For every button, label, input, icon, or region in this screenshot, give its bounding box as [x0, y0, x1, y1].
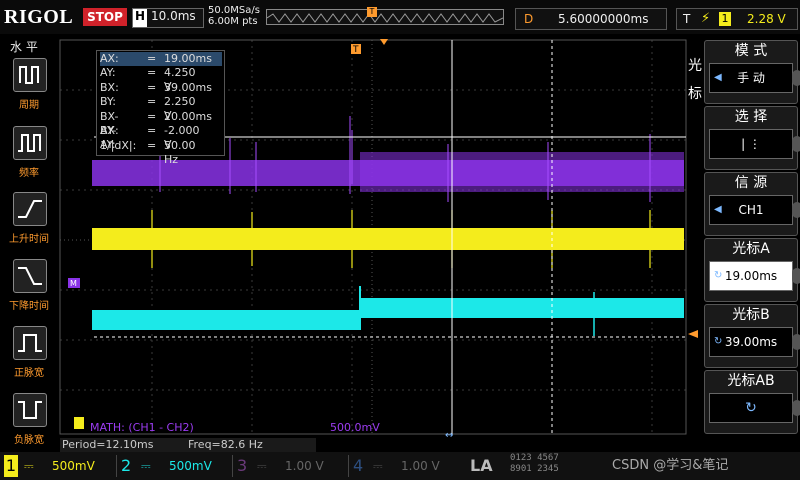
cursor-ab-value: ↻: [709, 393, 793, 423]
softkey-indicator: [792, 136, 800, 152]
ch3-status[interactable]: 3 ⎓ 1.00 V: [232, 455, 345, 477]
delay-label: D: [524, 12, 534, 26]
select-title: 选 择: [734, 109, 768, 125]
logic-analyzer-status[interactable]: LA 0123 4567 8901 2345: [466, 453, 606, 477]
trigger-channel: 1: [719, 12, 731, 26]
cursor-ab-button[interactable]: 光标AB ↻: [704, 370, 798, 434]
ch3-scale: 1.00 V: [285, 459, 324, 473]
sample-rate: 50.0MSa/s: [208, 5, 260, 16]
ch3-number: 3: [237, 456, 248, 475]
ch4-scale: 1.00 V: [401, 459, 440, 473]
horizontal-label: H: [133, 9, 147, 27]
softkey-indicator: [792, 202, 800, 218]
auto-measure-bar: Period=12.10ms Freq=82.6 Hz: [60, 438, 316, 452]
memory-trigger-marker: T: [367, 7, 377, 17]
cursor-menu-title: 光标: [688, 58, 702, 102]
delay-display[interactable]: D 5.60000000ms: [515, 8, 667, 30]
ch1-ground-marker: [74, 417, 84, 429]
trigger-display[interactable]: T ⚡ 1 2.28 V: [676, 8, 798, 30]
ch2-scale: 500mV: [169, 459, 212, 473]
math-label: MATH: (CH1 - CH2): [90, 421, 194, 434]
svg-text:M: M: [70, 279, 77, 288]
cursor-a-title: 光标A: [732, 241, 770, 257]
cursor-a-value: ↻ 19.00ms: [709, 261, 793, 291]
left-arrow-icon: ◀: [714, 72, 722, 83]
knob-icon: ↻: [714, 270, 723, 281]
timebase-display[interactable]: H 10.0ms: [132, 8, 204, 28]
ch4-status[interactable]: 4 ⎓ 1.00 V: [348, 455, 461, 477]
softkey-indicator: [792, 268, 800, 284]
sample-rate-readout: 50.0MSa/s 6.00M pts: [208, 5, 260, 27]
measure-row: AX: = 19.00ms: [100, 52, 222, 66]
source-title: 信 源: [734, 175, 768, 191]
cursor-a-button[interactable]: 光标A ↻ 19.00ms: [704, 238, 798, 302]
memory-waveform-preview: [267, 13, 503, 23]
knob-icon: ↻: [714, 336, 723, 347]
ch2-trace: [92, 286, 684, 336]
math-scale: 500.0mV: [330, 421, 380, 434]
frequency-readout: Freq=82.6 Hz: [188, 438, 263, 451]
cursor-ab-title: 光标AB: [727, 373, 775, 389]
mode-title: 模 式: [734, 43, 768, 59]
timebase-value: 10.0ms: [151, 9, 196, 23]
trigger-label: T: [683, 12, 691, 26]
cursor-select-button[interactable]: 选 择 | ⋮: [704, 106, 798, 170]
ch1-scale: 500mV: [52, 459, 95, 473]
ch2-number: 2: [121, 456, 132, 475]
delay-value: 5.60000000ms: [558, 12, 649, 26]
period-readout: Period=12.10ms: [62, 438, 154, 451]
trigger-position-marker: T: [351, 39, 388, 55]
ch2-status[interactable]: 2 ⎓ 500mV: [116, 455, 229, 477]
left-arrow-icon: ◀: [714, 204, 722, 215]
memory-depth: 6.00M pts: [208, 16, 258, 27]
memory-overview-strip[interactable]: [266, 9, 504, 25]
cursor-b-button[interactable]: 光标B ↻ 39.00ms: [704, 304, 798, 368]
softkey-indicator: [792, 334, 800, 350]
cursor-mode-button[interactable]: 模 式 ◀ 手 动: [704, 40, 798, 104]
ch1-trace: [92, 210, 684, 268]
ch4-coupling-icon: ⎓: [373, 459, 383, 473]
watermark: CSDN @学习&笔记: [612, 458, 729, 473]
rising-edge-icon: ⚡: [701, 11, 711, 26]
cursor-b-title: 光标B: [732, 307, 770, 323]
ch2-coupling-icon: ⎓: [141, 459, 151, 473]
trigger-level: 2.28 V: [747, 12, 786, 26]
svg-text:↔: ↔: [445, 430, 453, 441]
ch1-number: 1: [4, 455, 18, 477]
source-value: ◀ CH1: [709, 195, 793, 225]
trigger-level-marker: [688, 330, 698, 338]
mode-value: ◀ 手 动: [709, 63, 793, 93]
ch1-coupling-icon: ⎓: [24, 459, 34, 473]
cursor-b-value: ↻ 39.00ms: [709, 327, 793, 357]
svg-text:T: T: [352, 45, 359, 55]
run-stop-button[interactable]: STOP: [83, 8, 127, 26]
ch1-status[interactable]: 1 ⎓ 500mV: [0, 455, 112, 477]
cursor-measurement-panel: AX: = 19.00ms AY: = 4.250 V BX: = 39.00ms BY: =…: [96, 50, 225, 166]
cursor-source-button[interactable]: 信 源 ◀ CH1: [704, 172, 798, 236]
softkey-indicator: [792, 70, 800, 86]
knob-icon: ↻: [745, 400, 757, 416]
la-channel-grid: 0123 4567 8901 2345: [510, 453, 559, 474]
select-value: | ⋮: [709, 129, 793, 159]
la-label: LA: [470, 456, 493, 475]
ch3-coupling-icon: ⎓: [257, 459, 267, 473]
softkey-indicator: [792, 400, 800, 416]
brand-logo: RIGOL: [4, 6, 74, 28]
ch4-number: 4: [353, 456, 364, 475]
